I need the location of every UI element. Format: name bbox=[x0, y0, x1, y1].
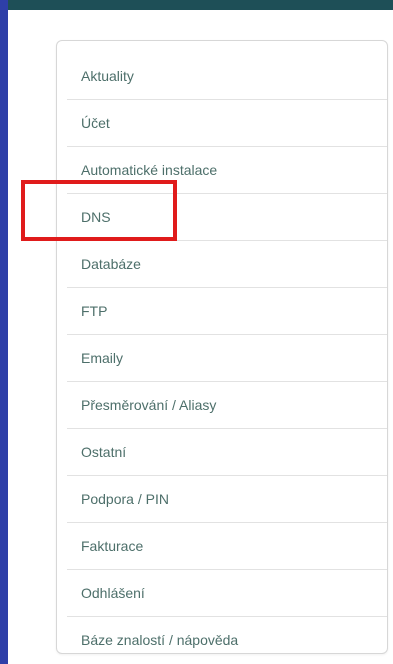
window-left-border-gap bbox=[8, 10, 10, 664]
menu-item-aktuality[interactable]: Aktuality bbox=[67, 53, 387, 100]
menu-item-ftp[interactable]: FTP bbox=[67, 288, 387, 335]
menu-item-emaily[interactable]: Emaily bbox=[67, 335, 387, 382]
menu-list: Aktuality Účet Automatické instalace DNS… bbox=[57, 41, 387, 653]
window-left-border bbox=[0, 0, 8, 664]
menu-item-fakturace[interactable]: Fakturace bbox=[67, 523, 387, 570]
menu-item-databaze[interactable]: Databáze bbox=[67, 241, 387, 288]
menu-item-podpora-pin[interactable]: Podpora / PIN bbox=[67, 476, 387, 523]
menu-item-ostatni[interactable]: Ostatní bbox=[67, 429, 387, 476]
side-menu: Aktuality Účet Automatické instalace DNS… bbox=[56, 40, 388, 654]
menu-item-odhlaseni[interactable]: Odhlášení bbox=[67, 570, 387, 617]
page: Aktuality Účet Automatické instalace DNS… bbox=[0, 0, 393, 664]
menu-item-automaticke-instalace[interactable]: Automatické instalace bbox=[67, 147, 387, 194]
menu-item-presmerovani-aliasy[interactable]: Přesměrování / Aliasy bbox=[67, 382, 387, 429]
top-bar bbox=[0, 0, 393, 10]
menu-item-baze-znalosti[interactable]: Báze znalostí / nápověda bbox=[67, 617, 387, 653]
menu-item-ucet[interactable]: Účet bbox=[67, 100, 387, 147]
menu-item-dns[interactable]: DNS bbox=[67, 194, 387, 241]
